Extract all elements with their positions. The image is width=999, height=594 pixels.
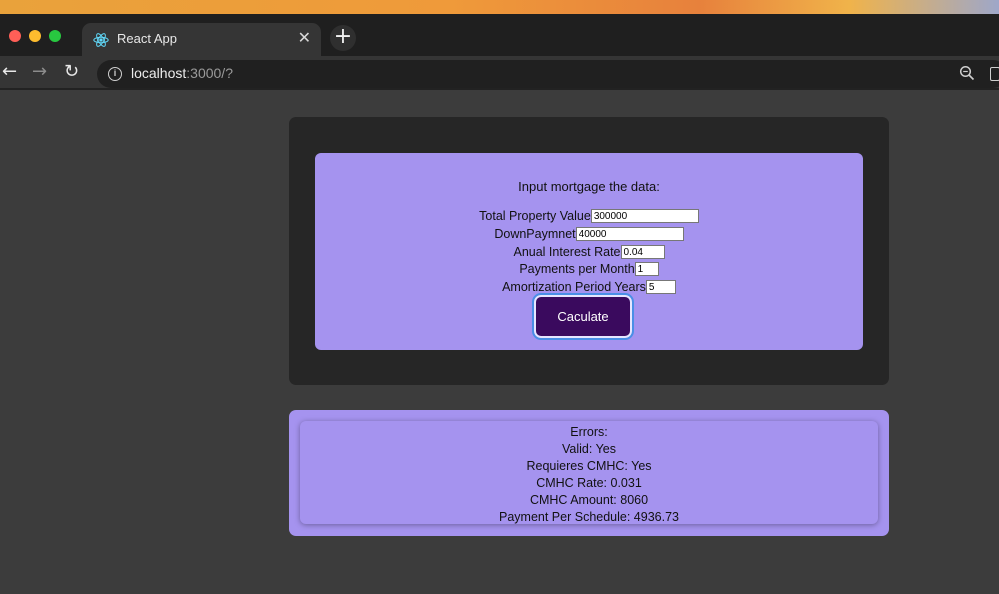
back-arrow-icon[interactable]: ← (2, 62, 17, 82)
close-icon[interactable]: ✕ (298, 29, 311, 49)
field-label: DownPaymnet (494, 227, 576, 241)
forward-arrow-icon[interactable]: → (32, 62, 47, 82)
mortgage-form: Input mortgage the data: Total Property … (315, 153, 863, 350)
field-label: Total Property Value (479, 209, 591, 223)
tab-react-app[interactable]: React App ✕ (82, 23, 321, 56)
close-window-button[interactable] (9, 30, 21, 42)
field-interest-rate: Anual Interest Rate (315, 244, 863, 260)
address-bar[interactable]: i localhost:3000/? (97, 60, 999, 88)
requires-cmhc-text: Requieres CMHC: Yes (526, 459, 652, 473)
errors-text: Errors: (570, 425, 608, 439)
field-payments-per-month: Payments per Month (315, 261, 863, 277)
url-text: localhost:3000/? (131, 65, 233, 81)
tab-bar: React App ✕ + (0, 14, 999, 56)
info-icon[interactable]: i (108, 67, 122, 81)
url-path: :3000/? (186, 65, 233, 81)
tab-title: React App (117, 31, 177, 46)
cmhc-amount-text: CMHC Amount: 8060 (529, 493, 649, 507)
payments-per-month-input[interactable] (634, 262, 659, 276)
reload-icon[interactable]: ↻ (64, 62, 79, 82)
field-amortization-period: Amortization Period Years (315, 279, 863, 295)
url-host: localhost (131, 65, 187, 81)
cmhc-rate-text: CMHC Rate: 0.031 (536, 476, 642, 490)
calculator-card: Input mortgage the data: Total Property … (289, 117, 889, 385)
form-heading: Input mortgage the data: (518, 179, 660, 194)
plus-icon[interactable]: + (330, 25, 356, 51)
field-down-payment: DownPaymnet (315, 226, 863, 242)
zoom-icon[interactable] (959, 65, 975, 81)
interest-rate-input[interactable] (620, 245, 665, 259)
minimize-window-button[interactable] (29, 30, 41, 42)
window-top-strip (0, 0, 999, 14)
calculate-button[interactable]: Caculate (532, 293, 634, 340)
payment-per-schedule-text: Payment Per Schedule: 4936.73 (499, 510, 679, 524)
maximize-window-button[interactable] (49, 30, 61, 42)
react-logo-icon (93, 33, 109, 47)
total-property-value-input[interactable] (590, 209, 699, 223)
field-total-property-value: Total Property Value (315, 208, 863, 224)
field-label: Amortization Period Years (502, 280, 646, 294)
results-panel: Errors: Valid: Yes Requieres CMHC: Yes C… (289, 410, 889, 536)
results-box: Errors: Valid: Yes Requieres CMHC: Yes C… (300, 421, 878, 524)
field-label: Payments per Month (519, 262, 635, 276)
field-label: Anual Interest Rate (513, 245, 621, 259)
valid-text: Valid: Yes (562, 442, 616, 456)
extension-icon[interactable] (990, 67, 999, 81)
amortization-period-input[interactable] (645, 280, 676, 294)
down-payment-input[interactable] (575, 227, 684, 241)
browser-toolbar: ← → ↻ i localhost:3000/? (0, 56, 999, 90)
